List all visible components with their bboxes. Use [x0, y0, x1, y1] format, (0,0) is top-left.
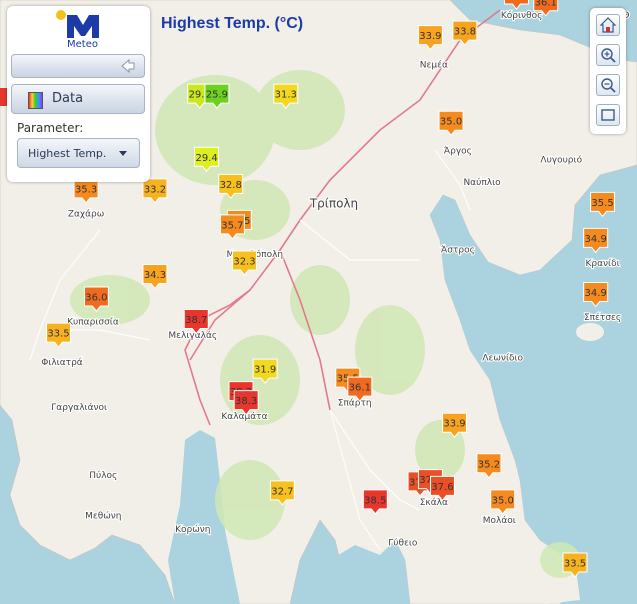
place-label: Κρανίδι [585, 259, 619, 269]
place-label: Λεωνίδιο [482, 354, 523, 364]
place-label: Κόρινθος [501, 10, 543, 21]
station-value: 29.4 [195, 153, 217, 164]
place-label: Ζαχάρω [68, 209, 104, 219]
station-value: 32.3 [233, 256, 255, 267]
meteo-logo: Meteo [7, 6, 150, 54]
place-label: Νεμέα [420, 60, 448, 71]
home-button[interactable] [596, 14, 620, 36]
data-button-label: Data [52, 91, 84, 106]
zoom-in-icon [601, 48, 616, 63]
place-label: Σπέτσες [584, 312, 621, 323]
page-title: Highest Temp. (°C) [161, 15, 304, 32]
station-value: 36.1 [349, 383, 371, 394]
station-value: 36.1 [535, 0, 557, 8]
place-label: Τρίπολη [309, 196, 358, 210]
station-value: 38.5 [364, 495, 386, 506]
station-value: 35.0 [440, 117, 462, 128]
station-value: 33.5 [47, 329, 69, 340]
parameter-select-value: Highest Temp. [28, 147, 107, 160]
fit-extent-button[interactable] [596, 104, 620, 126]
station-value: 35.3 [75, 184, 97, 195]
station-value: 31.9 [254, 365, 276, 376]
palette-icon [28, 92, 43, 109]
station-value: 31.3 [275, 90, 297, 101]
station-value: 34.3 [144, 270, 166, 281]
zoom-out-icon [601, 78, 616, 93]
station-value: 33.9 [443, 419, 465, 430]
place-label: Καλαμάτα [221, 412, 267, 422]
place-label: Σπάρτη [338, 399, 372, 409]
zoom-out-button[interactable] [596, 74, 620, 96]
station-value: 25.9 [206, 90, 228, 101]
station-value: 37.6 [431, 482, 453, 493]
place-label: Πύλος [89, 470, 117, 481]
station-value: 33.5 [564, 558, 586, 569]
zoom-in-button[interactable] [596, 44, 620, 66]
place-label: Μελιγαλάς [168, 331, 217, 341]
station-value: 38.3 [235, 396, 257, 407]
station-value: 33.8 [454, 27, 476, 38]
chevron-down-icon [119, 151, 127, 156]
place-label: Ναύπλιο [463, 177, 501, 188]
place-label: Φιλιατρά [41, 358, 83, 368]
station-value: 35.2 [478, 459, 500, 470]
place-label: Μολάοι [483, 516, 516, 526]
station-value: 35.0 [492, 495, 514, 506]
station-value: 32.7 [271, 486, 293, 497]
station-value: 35.7 [221, 220, 243, 231]
station-value: 35.5 [591, 198, 613, 209]
side-panel: Meteo Data Parameter: Highest Temp. [7, 6, 150, 182]
place-label: Γύθειο [388, 537, 418, 548]
station-value: 34.9 [585, 234, 607, 245]
island-spetses [576, 323, 604, 341]
parameter-select[interactable]: Highest Temp. [17, 138, 140, 168]
home-icon [599, 17, 617, 33]
station-value: 33.9 [419, 31, 441, 42]
station-value: 36.0 [85, 293, 107, 304]
station-value: 34.9 [585, 288, 607, 299]
data-button[interactable]: Data [11, 84, 145, 114]
place-label: Κορώνη [175, 524, 210, 535]
place-label: Γαργαλιάνοι [51, 403, 107, 413]
place-label: Μεθώνη [85, 510, 121, 521]
station-value: 36.0 [505, 0, 527, 2]
edge-marker [0, 88, 7, 106]
place-label: Άστρος [441, 245, 475, 255]
station-value: 38.7 [185, 315, 207, 326]
place-label: Άργος [444, 146, 472, 156]
arrow-left-icon [121, 59, 135, 73]
parameter-label: Parameter: [17, 121, 84, 135]
full-extent-icon [601, 109, 615, 121]
station-value: 33.2 [144, 184, 166, 195]
logo-text: Meteo [67, 39, 98, 50]
map-toolbar [590, 8, 626, 134]
place-label: Λυγουριό [540, 154, 582, 165]
collapse-panel-button[interactable] [11, 54, 145, 78]
station-value: 32.8 [220, 180, 242, 191]
place-label: Κυπαρισσία [67, 318, 119, 328]
